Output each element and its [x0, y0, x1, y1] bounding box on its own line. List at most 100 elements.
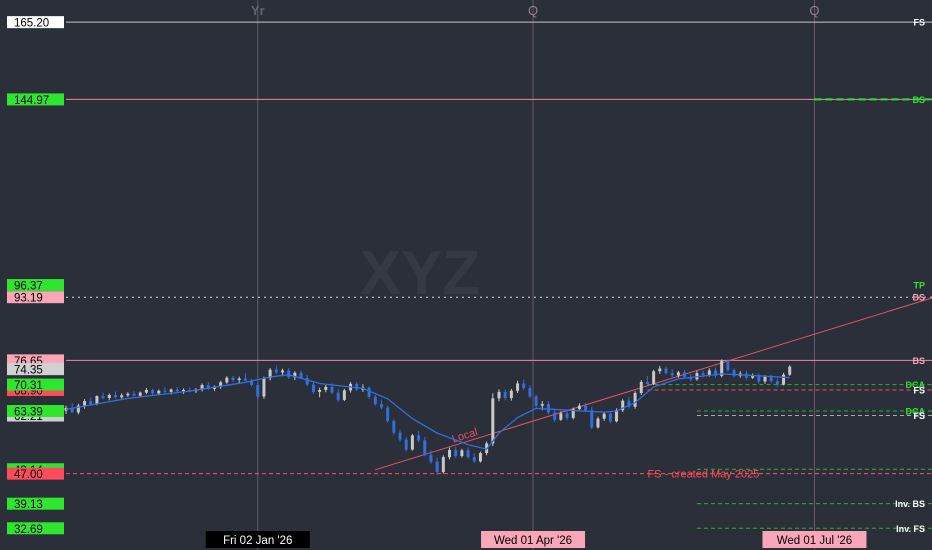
candle	[460, 448, 464, 458]
level-label: TP	[913, 281, 925, 291]
candle-body	[472, 457, 476, 462]
candle	[151, 388, 155, 395]
candle-body	[138, 392, 142, 396]
price-tag-text: 39.13	[14, 499, 43, 511]
candle	[627, 397, 631, 409]
candle	[212, 385, 216, 392]
candle	[683, 369, 687, 379]
candle-body	[546, 404, 550, 413]
candle-body	[553, 412, 557, 420]
candle-body	[466, 450, 470, 458]
price-tag-text: 32.69	[14, 524, 43, 536]
price-tag-text: 96.37	[14, 281, 43, 293]
candle-body	[373, 396, 377, 405]
date-axis-label: Wed 01 Jul '26	[762, 531, 867, 548]
candle	[714, 367, 717, 378]
candle-body	[435, 461, 439, 473]
candle	[775, 378, 779, 387]
candle	[435, 457, 439, 475]
candle-body	[355, 383, 359, 390]
candle-body	[379, 404, 383, 408]
candle	[472, 453, 476, 463]
candle	[163, 387, 167, 394]
candle-body	[534, 396, 538, 406]
price-axis-tags[interactable]: 165.20144.9796.3793.1976.6574.3568.9070.…	[7, 16, 64, 536]
candle	[695, 370, 699, 381]
candle	[670, 368, 674, 378]
candle-body	[509, 390, 513, 398]
date-axis-labels: Fri 02 Jan '26 Wed 01 Apr '26 Wed 01 Jul '…	[205, 531, 867, 548]
candle-body	[522, 383, 526, 389]
candle	[565, 410, 569, 421]
date-axis-label-text: Fri 02 Jan '26	[223, 535, 292, 547]
candle-body	[89, 401, 93, 405]
candle-body	[441, 457, 445, 473]
candle	[590, 406, 594, 430]
candle-body	[701, 373, 705, 376]
level-label: BS	[912, 293, 925, 303]
candle	[454, 446, 458, 458]
candle	[219, 380, 223, 389]
candle-body	[645, 381, 649, 384]
price-tag-text: 70.31	[14, 380, 43, 392]
price-tag-text: 74.35	[14, 365, 43, 377]
period-marker-label: Q	[809, 3, 819, 18]
candle	[336, 389, 340, 402]
candle-body	[404, 439, 408, 450]
price-tag: 70.31	[7, 378, 64, 392]
candle	[274, 365, 278, 375]
candle	[751, 373, 755, 379]
price-tag: 63.39	[7, 405, 64, 419]
candle	[571, 407, 575, 420]
candle-body	[707, 370, 711, 376]
candle	[404, 436, 408, 452]
candle-body	[478, 452, 482, 462]
date-axis-label: Wed 01 Apr '26	[481, 531, 586, 548]
candle-body	[639, 381, 643, 394]
candle-body	[101, 396, 105, 398]
price-tag-text: 63.39	[14, 407, 43, 419]
candle	[113, 391, 117, 400]
candle	[417, 430, 421, 443]
candle-body	[584, 405, 588, 411]
candle-body	[274, 369, 278, 373]
price-tag: 144.97	[7, 93, 64, 107]
candle	[107, 393, 111, 401]
price-tag: 39.13	[7, 497, 64, 511]
candle	[782, 372, 786, 386]
candle-body	[676, 372, 680, 376]
price-tag: 93.19	[7, 291, 64, 305]
candle-body	[318, 389, 322, 392]
level-label: Inv. BS	[895, 499, 925, 509]
level-label: FS	[913, 18, 925, 28]
candle	[577, 403, 581, 411]
candle-body	[782, 374, 786, 385]
candle	[126, 392, 130, 397]
candle-body	[95, 396, 99, 405]
candle-body	[392, 420, 396, 433]
price-tag-text: 47.00	[14, 469, 43, 481]
date-axis-label: Fri 02 Jan '26	[205, 531, 310, 548]
candle	[534, 394, 538, 408]
price-chart[interactable]: XYZ Yr Q Q FS - created May 2025 Local FSB…	[0, 0, 932, 550]
trendline-label: Local	[451, 426, 480, 445]
candle-body	[448, 449, 452, 458]
moving-average-line	[65, 373, 790, 450]
candle-body	[769, 376, 773, 382]
candle-body	[287, 370, 291, 378]
candle	[287, 368, 291, 379]
candle	[231, 375, 235, 382]
candle-body	[491, 398, 495, 444]
candle-body	[528, 388, 532, 397]
candle-body	[182, 389, 186, 392]
candle	[608, 411, 612, 424]
candle-body	[83, 401, 87, 406]
candle	[478, 451, 482, 463]
candle	[602, 411, 606, 421]
candle	[553, 410, 557, 422]
level-label: BS	[912, 356, 925, 366]
candle-body	[608, 413, 612, 422]
candle	[658, 365, 662, 374]
level-label: Inv. FS	[896, 524, 925, 534]
price-tag: 165.20	[7, 16, 64, 30]
